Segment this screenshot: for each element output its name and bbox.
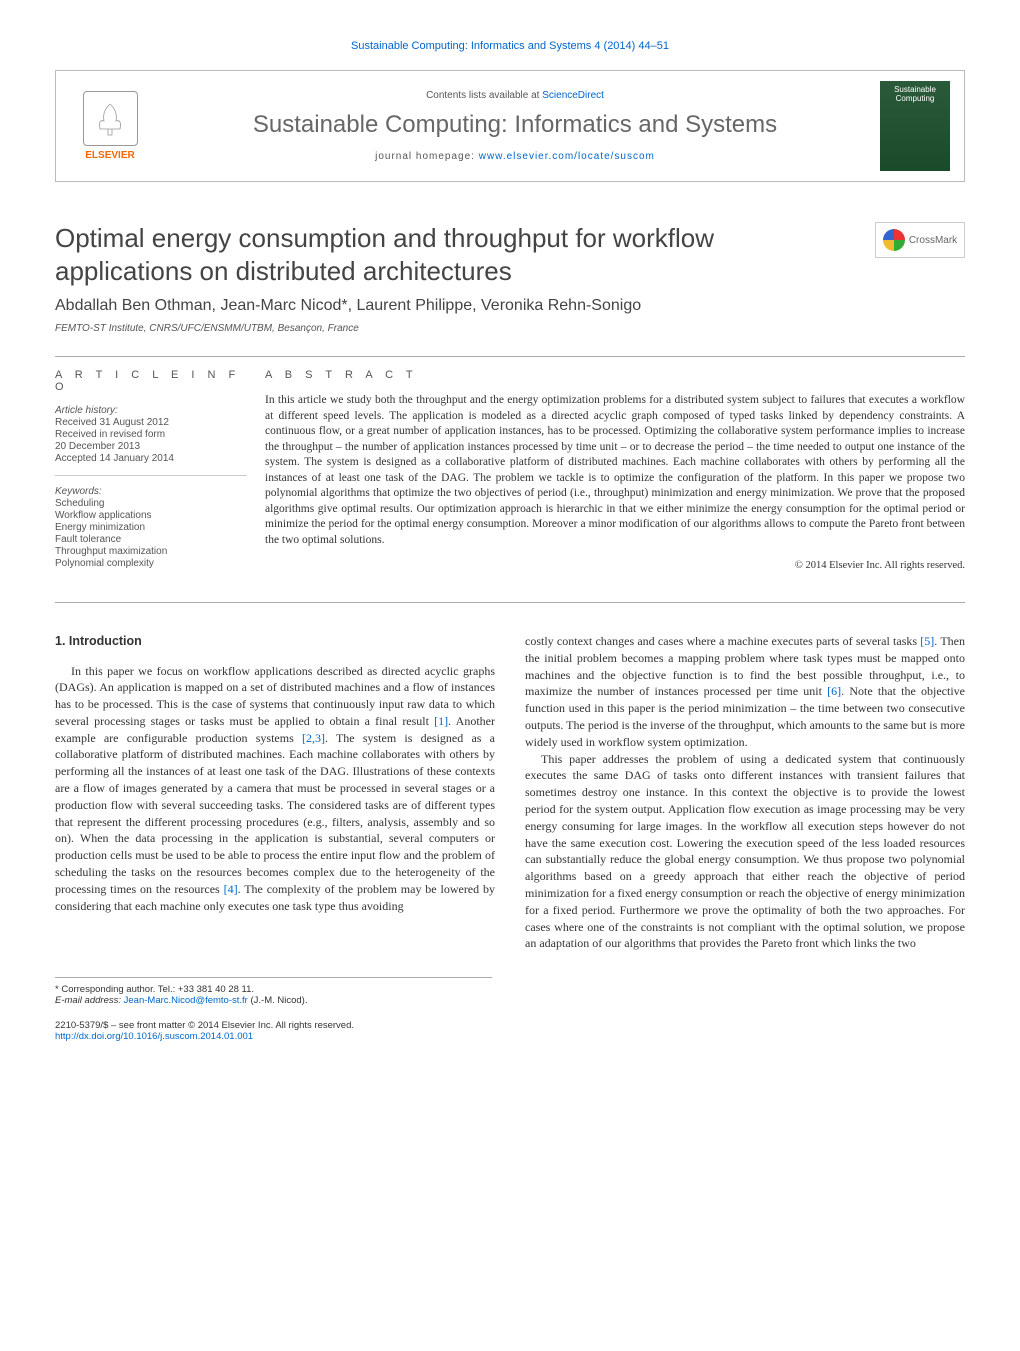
history-item: Received 31 August 2012 bbox=[55, 417, 247, 428]
corresponding-author-footer: * Corresponding author. Tel.: +33 381 40… bbox=[55, 977, 492, 1042]
journal-homepage-link[interactable]: www.elsevier.com/locate/suscom bbox=[479, 151, 655, 162]
citation-link[interactable]: [4] bbox=[224, 882, 238, 896]
affiliation-line: FEMTO-ST Institute, CNRS/UFC/ENSMM/UTBM,… bbox=[55, 323, 965, 334]
citation-link[interactable]: [1] bbox=[434, 714, 448, 728]
history-item: 20 December 2013 bbox=[55, 441, 247, 452]
crossmark-label: CrossMark bbox=[909, 235, 957, 246]
keyword-item: Scheduling bbox=[55, 498, 247, 509]
citation-link[interactable]: [2,3] bbox=[302, 731, 325, 745]
article-title: Optimal energy consumption and throughpu… bbox=[55, 222, 875, 287]
history-item: Received in revised form bbox=[55, 429, 247, 440]
publisher-logo: ELSEVIER bbox=[70, 81, 150, 171]
crossmark-badge[interactable]: CrossMark bbox=[875, 222, 965, 258]
journal-cover-thumbnail: Sustainable Computing bbox=[880, 81, 950, 171]
journal-name: Sustainable Computing: Informatics and S… bbox=[150, 111, 880, 139]
body-columns: 1. Introduction In this paper we focus o… bbox=[55, 633, 965, 952]
crossmark-icon bbox=[883, 229, 905, 251]
citation-link[interactable]: [5] bbox=[920, 634, 934, 648]
journal-homepage-line: journal homepage: www.elsevier.com/locat… bbox=[150, 151, 880, 162]
body-col-left: 1. Introduction In this paper we focus o… bbox=[55, 633, 495, 952]
abstract-heading: A B S T R A C T bbox=[265, 369, 965, 381]
sciencedirect-link[interactable]: ScienceDirect bbox=[542, 90, 604, 101]
elsevier-tree-icon bbox=[83, 91, 138, 146]
homepage-prefix: journal homepage: bbox=[375, 151, 479, 162]
article-info-heading: A R T I C L E I N F O bbox=[55, 369, 247, 393]
article-history-block: Article history: Received 31 August 2012… bbox=[55, 405, 247, 476]
keyword-item: Workflow applications bbox=[55, 510, 247, 521]
issn-doi-block: 2210-5379/$ – see front matter © 2014 El… bbox=[55, 1020, 492, 1042]
issn-line: 2210-5379/$ – see front matter © 2014 El… bbox=[55, 1020, 492, 1031]
authors-line: Abdallah Ben Othman, Jean-Marc Nicod*, L… bbox=[55, 297, 965, 315]
contents-prefix: Contents lists available at bbox=[426, 90, 542, 101]
header-citation: Sustainable Computing: Informatics and S… bbox=[55, 40, 965, 52]
keywords-label: Keywords: bbox=[55, 486, 247, 497]
keyword-item: Fault tolerance bbox=[55, 534, 247, 545]
journal-header-box: ELSEVIER Contents lists available at Sci… bbox=[55, 70, 965, 182]
author-email-link[interactable]: Jean-Marc.Nicod@femto-st.fr bbox=[124, 995, 248, 1006]
keyword-item: Energy minimization bbox=[55, 522, 247, 533]
email-label: E-mail address: bbox=[55, 995, 124, 1006]
body-col-right: costly context changes and cases where a… bbox=[525, 633, 965, 952]
keywords-block: Keywords: Scheduling Workflow applicatio… bbox=[55, 486, 247, 580]
article-info-panel: A R T I C L E I N F O Article history: R… bbox=[55, 357, 265, 602]
contents-available-line: Contents lists available at ScienceDirec… bbox=[150, 90, 880, 101]
email-line: E-mail address: Jean-Marc.Nicod@femto-st… bbox=[55, 995, 492, 1006]
abstract-copyright: © 2014 Elsevier Inc. All rights reserved… bbox=[265, 560, 965, 571]
history-label: Article history: bbox=[55, 405, 247, 416]
abstract-text: In this article we study both the throug… bbox=[265, 393, 965, 548]
section-heading-introduction: 1. Introduction bbox=[55, 633, 495, 651]
body-paragraph: costly context changes and cases where a… bbox=[525, 633, 965, 751]
citation-link[interactable]: [6] bbox=[827, 684, 841, 698]
keyword-item: Polynomial complexity bbox=[55, 558, 247, 569]
abstract-panel: A B S T R A C T In this article we study… bbox=[265, 357, 965, 602]
email-suffix: (J.-M. Nicod). bbox=[248, 995, 308, 1006]
body-paragraph: This paper addresses the problem of usin… bbox=[525, 751, 965, 953]
publisher-name: ELSEVIER bbox=[85, 150, 134, 161]
body-paragraph: In this paper we focus on workflow appli… bbox=[55, 663, 495, 915]
history-item: Accepted 14 January 2014 bbox=[55, 453, 247, 464]
doi-link[interactable]: http://dx.doi.org/10.1016/j.suscom.2014.… bbox=[55, 1031, 253, 1042]
corresponding-author-line: * Corresponding author. Tel.: +33 381 40… bbox=[55, 984, 492, 995]
keyword-item: Throughput maximization bbox=[55, 546, 247, 557]
